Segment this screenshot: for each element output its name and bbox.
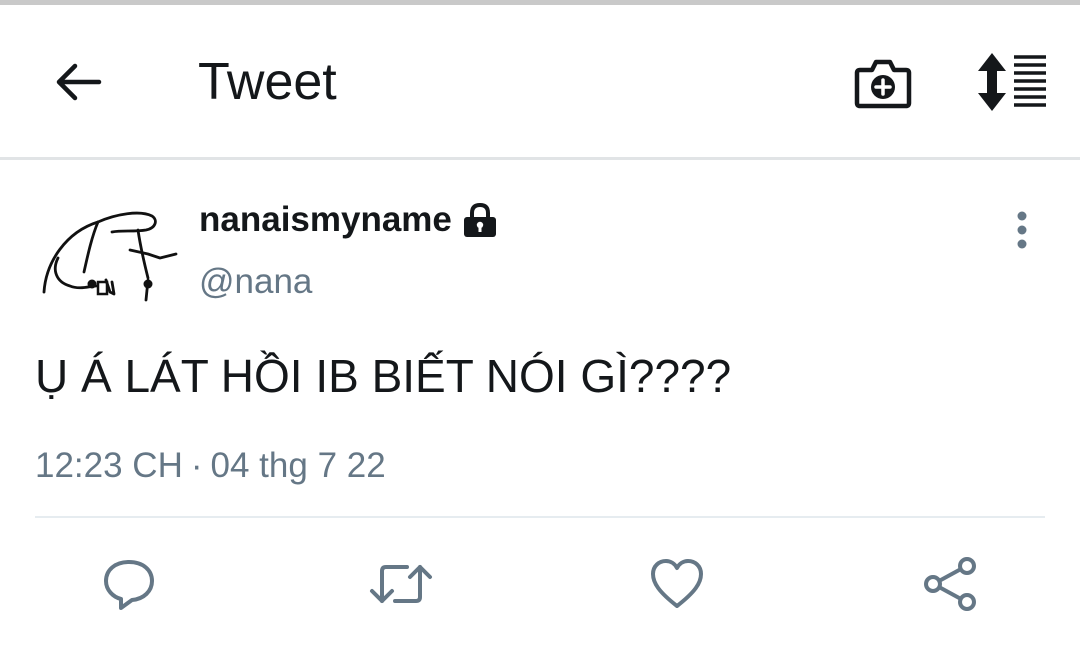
heart-icon (651, 559, 703, 608)
back-button[interactable] (48, 56, 108, 108)
app-header (0, 5, 1080, 157)
sort-list-icon (978, 53, 1046, 111)
retweet-icon (370, 565, 432, 603)
tweet-timestamp: 12:23 CH · 04 thg 7 22 (35, 443, 386, 489)
arrow-left-icon (56, 63, 102, 101)
share-icon (924, 557, 976, 611)
avatar[interactable] (36, 200, 178, 310)
share-button[interactable] (918, 552, 982, 616)
like-button[interactable] (645, 552, 709, 616)
retweet-button[interactable] (369, 552, 433, 616)
actions-divider (35, 516, 1045, 518)
reply-button[interactable] (97, 552, 161, 616)
display-name[interactable]: nanaismyname (199, 198, 498, 242)
lock-icon (462, 202, 498, 238)
camera-add-icon (854, 59, 912, 109)
tweet-time: 12:23 CH (35, 446, 183, 485)
more-vertical-icon (1017, 211, 1027, 249)
sort-button[interactable] (972, 48, 1052, 116)
user-handle[interactable]: @nana (199, 260, 312, 304)
display-name-text: nanaismyname (199, 200, 452, 239)
camera-button[interactable] (848, 50, 918, 116)
reply-icon (104, 560, 154, 610)
meta-separator: · (190, 446, 203, 485)
header-divider (0, 157, 1080, 160)
tweet-text: Ụ Á LÁT HỒI IB BIẾT NÓI GÌ???? (35, 350, 732, 402)
more-options-button[interactable] (1000, 200, 1044, 260)
tweet-date: 04 thg 7 22 (210, 446, 386, 485)
page-title: Tweet (198, 53, 337, 111)
avatar-drawing (42, 211, 178, 302)
bottom-edge (0, 646, 1080, 656)
